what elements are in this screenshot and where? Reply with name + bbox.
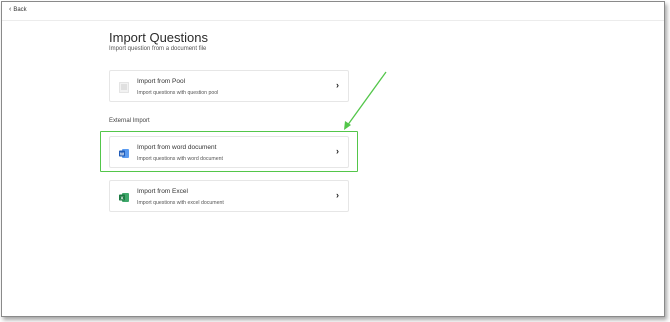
app-window: ‹ Back Import Questions Import question …: [1, 1, 665, 317]
annotation-arrow-icon: [344, 71, 387, 130]
